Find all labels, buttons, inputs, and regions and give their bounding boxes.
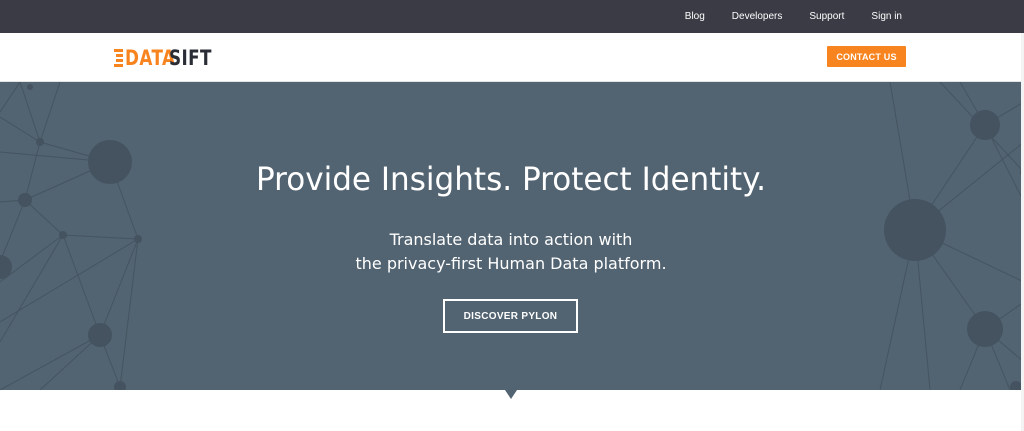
support-link[interactable]: Support — [809, 11, 844, 22]
datasift-logo[interactable]: DATA SIFT — [114, 47, 223, 69]
hero-subtitle: Translate data into action with the priv… — [0, 228, 1022, 276]
logo-text-data: DATA — [125, 46, 176, 70]
hero-subtitle-line-1: Translate data into action with — [389, 230, 633, 249]
header: DATA SIFT CONTACT US — [0, 33, 1024, 82]
blog-link[interactable]: Blog — [685, 11, 705, 22]
hero-pointer-arrow-icon — [505, 390, 517, 399]
discover-pylon-button[interactable]: DISCOVER PYLON — [443, 299, 578, 333]
logo-text-sift: SIFT — [169, 46, 212, 70]
developers-link[interactable]: Developers — [732, 11, 783, 22]
sign-in-link[interactable]: Sign in — [871, 11, 902, 22]
hero-section: Provide Insights. Protect Identity. Tran… — [0, 82, 1024, 390]
logo-mark-icon — [114, 49, 123, 67]
utility-nav: Blog Developers Support Sign in — [658, 0, 902, 33]
hero-title: Provide Insights. Protect Identity. — [255, 160, 766, 198]
hero-subtitle-line-2: the privacy-first Human Data platform. — [355, 254, 667, 273]
contact-us-button[interactable]: CONTACT US — [827, 46, 906, 67]
page: Blog Developers Support Sign in DATA SIF… — [0, 0, 1024, 431]
utility-bar: Blog Developers Support Sign in — [0, 0, 1024, 33]
